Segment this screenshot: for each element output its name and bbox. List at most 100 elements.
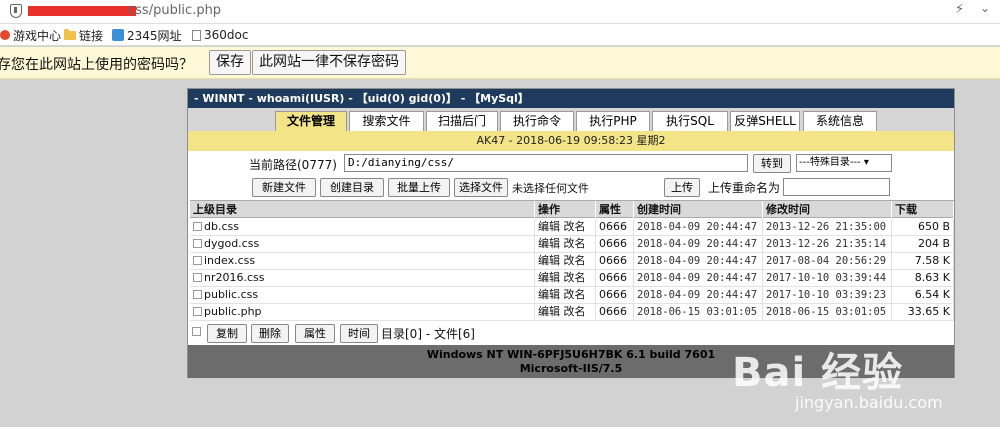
table-row[interactable]: dygod.css 编辑 改名 0666 2018-04-09 20:44:47… [190,236,954,253]
special-dir-select[interactable]: ---特殊目录--- ▾ [796,154,892,172]
file-size-cell[interactable]: 7.58 K [892,253,954,269]
table-row[interactable]: db.css 编辑 改名 0666 2018-04-09 20:44:47 20… [190,219,954,236]
watermark-url: jingyan.baidu.com [795,393,943,412]
file-actions-cell[interactable]: 编辑 改名 [535,253,596,269]
file-modified-cell[interactable]: 2017-08-04 20:56:29 [763,253,892,269]
rename-input[interactable] [783,178,890,196]
redacted-url-part [28,6,136,16]
folder-icon [64,28,76,40]
bookmark-label: 2345网址 [127,28,182,43]
file-modified-cell[interactable]: 2013-12-26 21:35:14 [763,236,892,252]
attr-button[interactable]: 属性 [295,324,335,343]
bookmark-360doc[interactable]: 360doc [192,27,248,43]
table-row[interactable]: nr2016.css 编辑 改名 0666 2018-04-09 20:44:4… [190,270,954,287]
choose-file-button[interactable]: 选择文件 [454,178,508,197]
chevron-down-icon[interactable]: ⌄ [980,1,990,15]
file-created-cell: 2018-04-09 20:44:47 [634,287,763,303]
time-button[interactable]: 时间 [340,324,378,343]
file-modified-cell[interactable]: 2017-10-10 03:39:44 [763,270,892,286]
file-name-cell[interactable]: dygod.css [190,236,535,252]
row-checkbox[interactable] [193,256,202,265]
row-checkbox[interactable] [193,222,202,231]
file-created-cell: 2018-04-09 20:44:47 [634,236,763,252]
path-row: 当前路径(0777) D:/dianying/css/ 转到 ---特殊目录--… [188,153,954,175]
header-parent-dir[interactable]: 上级目录 [190,201,535,218]
file-attr-cell[interactable]: 0666 [596,304,634,320]
tab-reverse-shell[interactable]: 反弹SHELL [730,111,800,131]
file-name-cell[interactable]: nr2016.css [190,270,535,286]
site-icon [112,29,124,41]
file-modified-cell[interactable]: 2013-12-26 21:35:00 [763,219,892,235]
file-attr-cell[interactable]: 0666 [596,287,634,303]
bookmark-links[interactable]: 链接 [64,27,103,43]
tab-exec-sql[interactable]: 执行SQL [652,111,728,131]
file-size-cell[interactable]: 650 B [892,219,954,235]
header-actions: 操作 [535,201,596,218]
rename-label: 上传重命名为 [708,181,781,195]
batch-upload-button[interactable]: 批量上传 [388,178,450,197]
file-actions-cell[interactable]: 编辑 改名 [535,270,596,286]
file-size-cell[interactable]: 6.54 K [892,287,954,303]
file-attr-cell[interactable]: 0666 [596,236,634,252]
dir-file-summary: 目录[0] - 文件[6] [381,327,475,341]
shell-info-bar: AK47 - 2018-06-19 09:58:23 星期2 [188,131,954,151]
file-created-cell: 2018-06-15 03:01:05 [634,304,763,320]
tab-scan-backdoor[interactable]: 扫描后门 [426,111,498,131]
table-header: 上级目录 操作 属性 创建时间 修改时间 下载 [190,200,954,218]
file-actions-cell[interactable]: 编辑 改名 [535,219,596,235]
never-save-button[interactable]: 此网站一律不保存密码 [252,50,406,75]
file-modified-cell[interactable]: 2018-06-15 03:01:05 [763,304,892,320]
file-actions-cell[interactable]: 编辑 改名 [535,287,596,303]
tab-exec-command[interactable]: 执行命令 [500,111,574,131]
table-row[interactable]: public.css 编辑 改名 0666 2018-04-09 20:44:4… [190,287,954,304]
file-actions-cell[interactable]: 编辑 改名 [535,236,596,252]
file-attr-cell[interactable]: 0666 [596,253,634,269]
select-all-checkbox[interactable] [192,327,201,336]
header-created: 创建时间 [634,201,763,218]
row-checkbox[interactable] [193,239,202,248]
row-checkbox[interactable] [193,307,202,316]
upload-button[interactable]: 上传 [664,178,700,197]
file-size-cell[interactable]: 204 B [892,236,954,252]
url-text[interactable]: css/public.php [128,3,221,18]
tab-system-info[interactable]: 系统信息 [803,111,877,131]
no-file-chosen-text: 未选择任何文件 [512,182,589,195]
file-name-cell[interactable]: public.css [190,287,535,303]
goto-button[interactable]: 转到 [753,154,791,173]
delete-button[interactable]: 删除 [251,324,289,343]
baidu-jingyan-watermark-logo: Bai 经验 [732,350,904,396]
password-save-bar: 存您在此网站上使用的密码吗？ 保存 此网站一律不保存密码 [0,47,1000,79]
bookmark-game-center[interactable]: 游戏中心 [0,27,61,43]
file-attr-cell[interactable]: 0666 [596,219,634,235]
file-size-cell[interactable]: 33.65 K [892,304,954,320]
bookmark-2345[interactable]: 2345网址 [112,27,182,43]
bookmarks-bar: 游戏中心 链接 2345网址 360doc [0,24,1000,46]
path-input[interactable]: D:/dianying/css/ [344,154,748,172]
row-checkbox[interactable] [193,273,202,282]
save-password-button[interactable]: 保存 [209,50,251,75]
table-row[interactable]: public.php 编辑 改名 0666 2018-06-15 03:01:0… [190,304,954,321]
password-prompt-text: 存您在此网站上使用的密码吗？ [0,57,193,73]
table-row[interactable]: index.css 编辑 改名 0666 2018-04-09 20:44:47… [190,253,954,270]
tab-bar: 文件管理 搜索文件 扫描后门 执行命令 执行PHP 执行SQL 反弹SHELL … [188,108,954,131]
new-dir-button[interactable]: 创建目录 [320,178,384,197]
game-icon [0,30,10,40]
tab-search-files[interactable]: 搜索文件 [349,111,424,131]
shell-title: - WINNT - whoami(IUSR) - 【uid(0) gid(0)】… [188,89,954,108]
file-name-cell[interactable]: public.php [190,304,535,320]
new-file-button[interactable]: 新建文件 [252,178,316,197]
file-name-cell[interactable]: index.css [190,253,535,269]
file-attr-cell[interactable]: 0666 [596,270,634,286]
row-checkbox[interactable] [193,290,202,299]
tab-file-manager[interactable]: 文件管理 [275,111,347,131]
copy-button[interactable]: 复制 [207,324,247,343]
tab-exec-php[interactable]: 执行PHP [576,111,650,131]
bookmark-label: 360doc [204,28,249,42]
file-modified-cell[interactable]: 2017-10-10 03:39:23 [763,287,892,303]
file-name-cell[interactable]: db.css [190,219,535,235]
address-bar[interactable]: css/public.php ⚡ ⌄ [0,0,1000,24]
file-size-cell[interactable]: 8.63 K [892,270,954,286]
file-created-cell: 2018-04-09 20:44:47 [634,253,763,269]
lightning-icon[interactable]: ⚡ [955,2,964,17]
file-actions-cell[interactable]: 编辑 改名 [535,304,596,320]
